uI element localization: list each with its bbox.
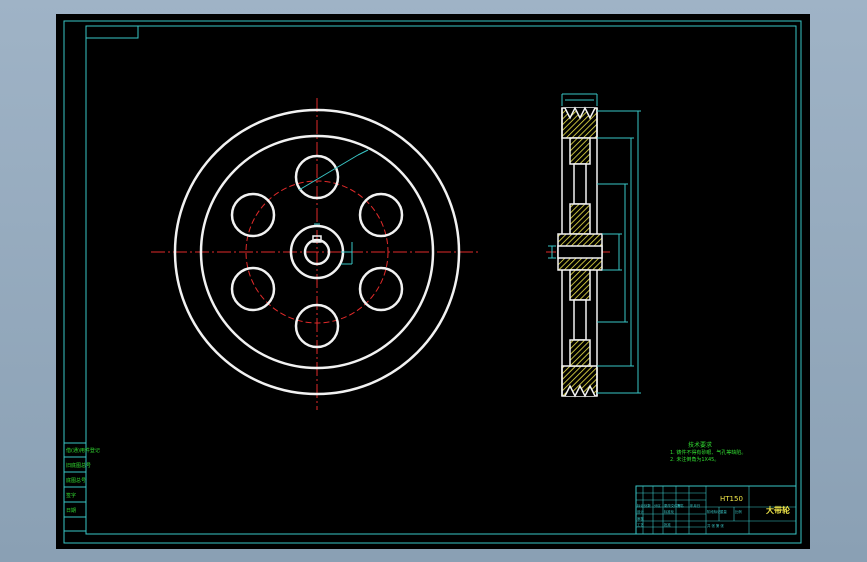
hole-top-right (358, 192, 404, 238)
web-hole-lower (573, 299, 587, 341)
hole-top-left (230, 192, 276, 238)
top-left-code-box (85, 25, 139, 39)
stamp-label-1: 借(通)用件登记 (66, 447, 100, 454)
left-stamp-block: 借(通)用件登记 旧底图总号 底图总号 签字 日期 (63, 442, 100, 532)
drawing-sheet: 技术要求 1. 铸件不得有砂眼、气孔等缺陷。 2. 未注倒角为1X45。 借(通… (56, 14, 810, 549)
svg-text:共 张 第 张: 共 张 第 张 (707, 523, 724, 528)
svg-text:分区: 分区 (654, 503, 661, 508)
tech-req-title: 技术要求 (688, 441, 712, 449)
material-label: HT150 (720, 495, 743, 503)
title-block: HT150 大带轮 标记 处数 分区 更改文件号 签名 年月日 设计 标准化 审… (635, 485, 797, 535)
tech-requirements: 技术要求 1. 铸件不得有砂眼、气孔等缺陷。 2. 未注倒角为1X45。 (670, 441, 746, 463)
svg-text:审核: 审核 (637, 516, 644, 521)
stamp-label-5: 日期 (66, 508, 76, 514)
stamp-label-3: 底图总号 (66, 477, 86, 484)
svg-text:签名: 签名 (677, 503, 684, 508)
tech-req-item-2: 2. 未注倒角为1X45。 (670, 456, 719, 463)
bore-section (557, 245, 603, 259)
hole-bottom-left (230, 266, 276, 312)
web-hole-upper (573, 163, 587, 205)
part-name: 大带轮 (766, 505, 790, 515)
svg-text:批准: 批准 (664, 522, 671, 527)
tech-req-item-1: 1. 铸件不得有砂眼、气孔等缺陷。 (670, 449, 746, 456)
v-grooves-bottom (564, 384, 596, 398)
web-section-lower-2 (569, 339, 591, 367)
front-view (151, 98, 481, 410)
v-grooves-top (564, 106, 596, 120)
svg-text:重量: 重量 (720, 509, 727, 514)
cad-drawing: 技术要求 1. 铸件不得有砂眼、气孔等缺陷。 2. 未注倒角为1X45。 借(通… (63, 20, 802, 544)
svg-text:比例: 比例 (735, 509, 742, 514)
svg-text:设计: 设计 (637, 509, 644, 514)
web-section-lower-1 (569, 269, 591, 301)
section-view (546, 93, 641, 398)
stamp-label-4: 签字 (66, 492, 76, 499)
hole-bottom-right (358, 266, 404, 312)
svg-text:处数: 处数 (644, 503, 651, 508)
web-section-upper-2 (569, 203, 591, 235)
stamp-label-2: 旧底图总号 (66, 462, 91, 469)
svg-text:标准化: 标准化 (664, 509, 675, 514)
outer-border (63, 20, 802, 544)
web-section-upper-1 (569, 137, 591, 165)
svg-text:年月日: 年月日 (690, 503, 700, 508)
svg-text:工艺: 工艺 (637, 522, 644, 527)
